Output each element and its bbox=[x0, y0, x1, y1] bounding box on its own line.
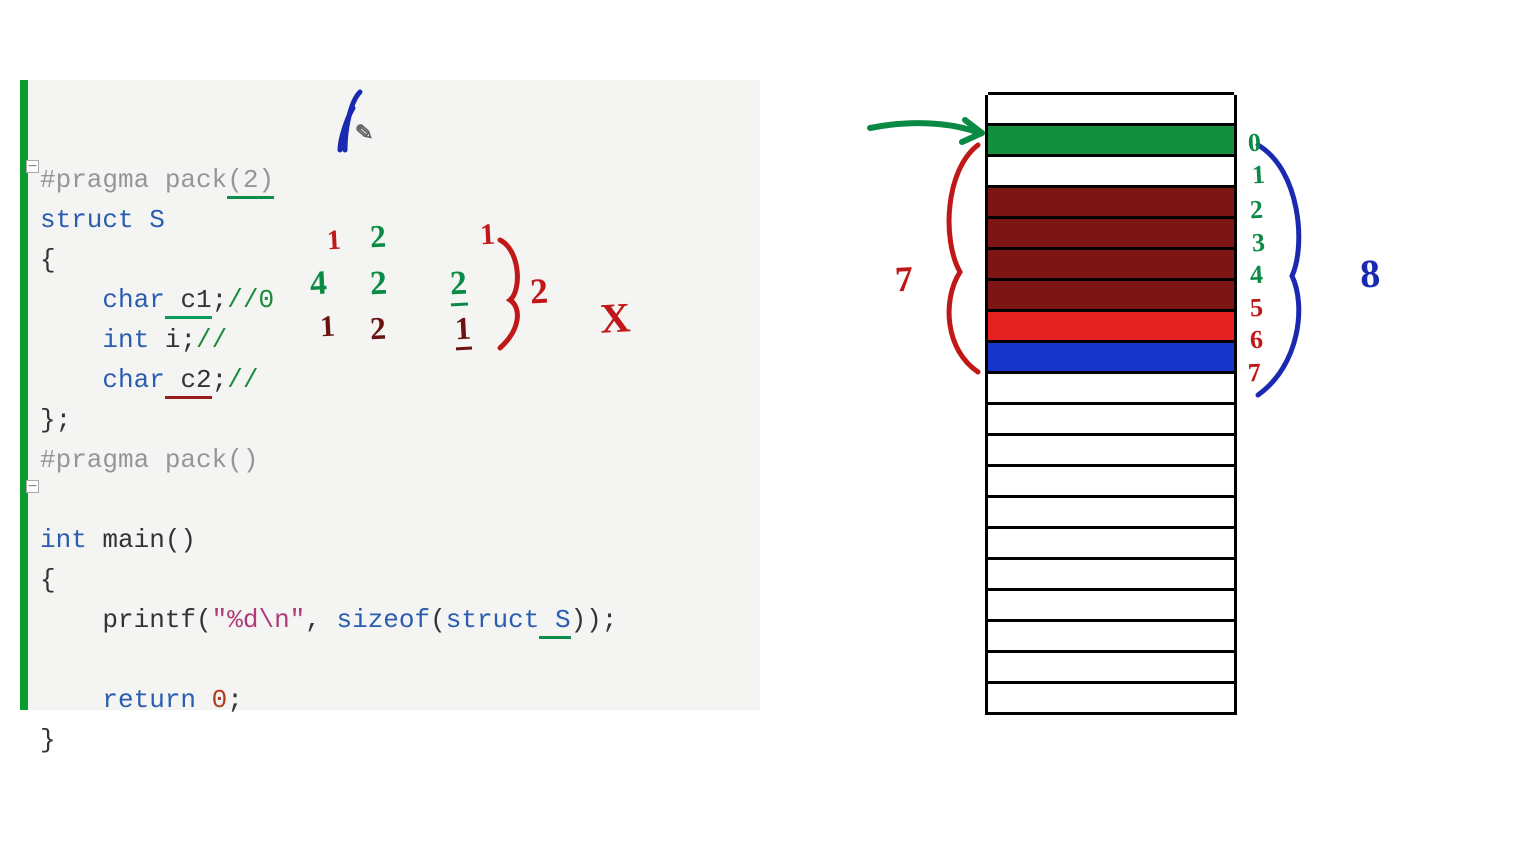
paren: ( bbox=[196, 605, 212, 635]
comma: , bbox=[305, 605, 336, 635]
comment-c1: //0 bbox=[227, 285, 274, 315]
annot-c2-own-size: 1 bbox=[319, 310, 336, 345]
indent bbox=[40, 365, 102, 395]
memory-row bbox=[988, 557, 1234, 591]
fmt-string: "%d\n" bbox=[212, 605, 306, 635]
fold-main-icon[interactable]: − bbox=[26, 480, 39, 493]
memory-row bbox=[988, 402, 1234, 436]
annot-c2-align: 1 bbox=[454, 310, 472, 351]
annot-left-seven: 7 bbox=[894, 258, 914, 301]
type-int: int bbox=[102, 325, 149, 355]
indent bbox=[40, 685, 102, 715]
annot-c1-align: 1 bbox=[479, 218, 496, 253]
memory-row bbox=[988, 154, 1234, 188]
mem-idx-0: 0 bbox=[1247, 128, 1262, 159]
type-int-main: int bbox=[40, 525, 87, 555]
annot-c1-pack: 2 bbox=[369, 218, 387, 256]
semi: ; bbox=[227, 685, 243, 715]
memory-row bbox=[988, 309, 1234, 343]
code-content: #pragma pack(2) −struct S { char c1;//0 … bbox=[28, 80, 760, 800]
memory-row bbox=[988, 495, 1234, 529]
memory-layout-table bbox=[985, 95, 1237, 715]
annot-i-align: 2 bbox=[449, 265, 468, 307]
annot-i-own-size: 4 bbox=[309, 265, 328, 304]
memory-row bbox=[988, 185, 1234, 219]
struct-name-ref: S bbox=[539, 605, 570, 639]
indent bbox=[40, 605, 102, 635]
annot-c1-own-size: 1 bbox=[326, 225, 342, 258]
semi-c1: ; bbox=[212, 285, 228, 315]
mem-idx-4: 4 bbox=[1249, 260, 1264, 291]
var-i: i; bbox=[149, 325, 196, 355]
memory-row bbox=[988, 371, 1234, 405]
pen-cursor-icon: ✎ bbox=[354, 120, 374, 147]
annot-right-eight: 8 bbox=[1359, 250, 1381, 298]
var-c2: c2 bbox=[165, 365, 212, 399]
printf-call: printf bbox=[102, 605, 196, 635]
return-keyword: return bbox=[102, 685, 196, 715]
memory-row bbox=[988, 340, 1234, 374]
annot-brace-result: 2 bbox=[529, 270, 549, 313]
mem-idx-2: 2 bbox=[1249, 195, 1264, 226]
mem-idx-5: 5 bbox=[1249, 293, 1264, 324]
memory-row bbox=[988, 247, 1234, 281]
paren: ( bbox=[430, 605, 446, 635]
indent bbox=[40, 325, 102, 355]
memory-row bbox=[988, 92, 1234, 126]
type-char-1: char bbox=[102, 285, 164, 315]
struct-name: S bbox=[134, 205, 165, 235]
pack-value: (2) bbox=[227, 165, 274, 199]
main-decl: main() bbox=[87, 525, 196, 555]
code-editor: #pragma pack(2) −struct S { char c1;//0 … bbox=[20, 80, 760, 710]
mem-idx-3: 3 bbox=[1251, 228, 1266, 259]
struct-keyword: struct bbox=[40, 205, 134, 235]
sizeof-keyword: sizeof bbox=[337, 605, 431, 635]
comment-i: // bbox=[196, 325, 227, 355]
memory-row bbox=[988, 123, 1234, 157]
mem-idx-7: 7 bbox=[1247, 358, 1262, 389]
fold-struct-icon[interactable]: − bbox=[26, 160, 39, 173]
memory-row bbox=[988, 433, 1234, 467]
indent bbox=[40, 285, 102, 315]
pragma-pack-val: (2) bbox=[227, 165, 274, 199]
memory-row bbox=[988, 278, 1234, 312]
mem-idx-6: 6 bbox=[1249, 325, 1264, 356]
annot-c2-pack: 2 bbox=[369, 310, 387, 348]
brace-open-struct: { bbox=[40, 245, 56, 275]
return-zero: 0 bbox=[196, 685, 227, 715]
brace-open-main: { bbox=[40, 565, 56, 595]
memory-row bbox=[988, 216, 1234, 250]
struct-kw-2: struct bbox=[446, 605, 540, 635]
mem-idx-1: 1 bbox=[1251, 160, 1266, 191]
tail: )); bbox=[571, 605, 618, 635]
memory-row bbox=[988, 526, 1234, 560]
semi-c2: ; bbox=[212, 365, 228, 395]
memory-row bbox=[988, 619, 1234, 653]
memory-row bbox=[988, 588, 1234, 622]
pragma-open: #pragma pack bbox=[40, 165, 227, 195]
brace-close-main: } bbox=[40, 725, 56, 755]
comment-c2: // bbox=[227, 365, 258, 395]
annot-i-pack: 2 bbox=[369, 265, 388, 304]
var-c1: c1 bbox=[165, 285, 212, 319]
memory-row bbox=[988, 650, 1234, 684]
pragma-close: #pragma pack() bbox=[40, 445, 258, 475]
type-char-2: char bbox=[102, 365, 164, 395]
memory-row bbox=[988, 681, 1234, 715]
memory-row bbox=[988, 464, 1234, 498]
brace-close-struct: }; bbox=[40, 405, 71, 435]
annot-cross: X bbox=[599, 294, 632, 344]
